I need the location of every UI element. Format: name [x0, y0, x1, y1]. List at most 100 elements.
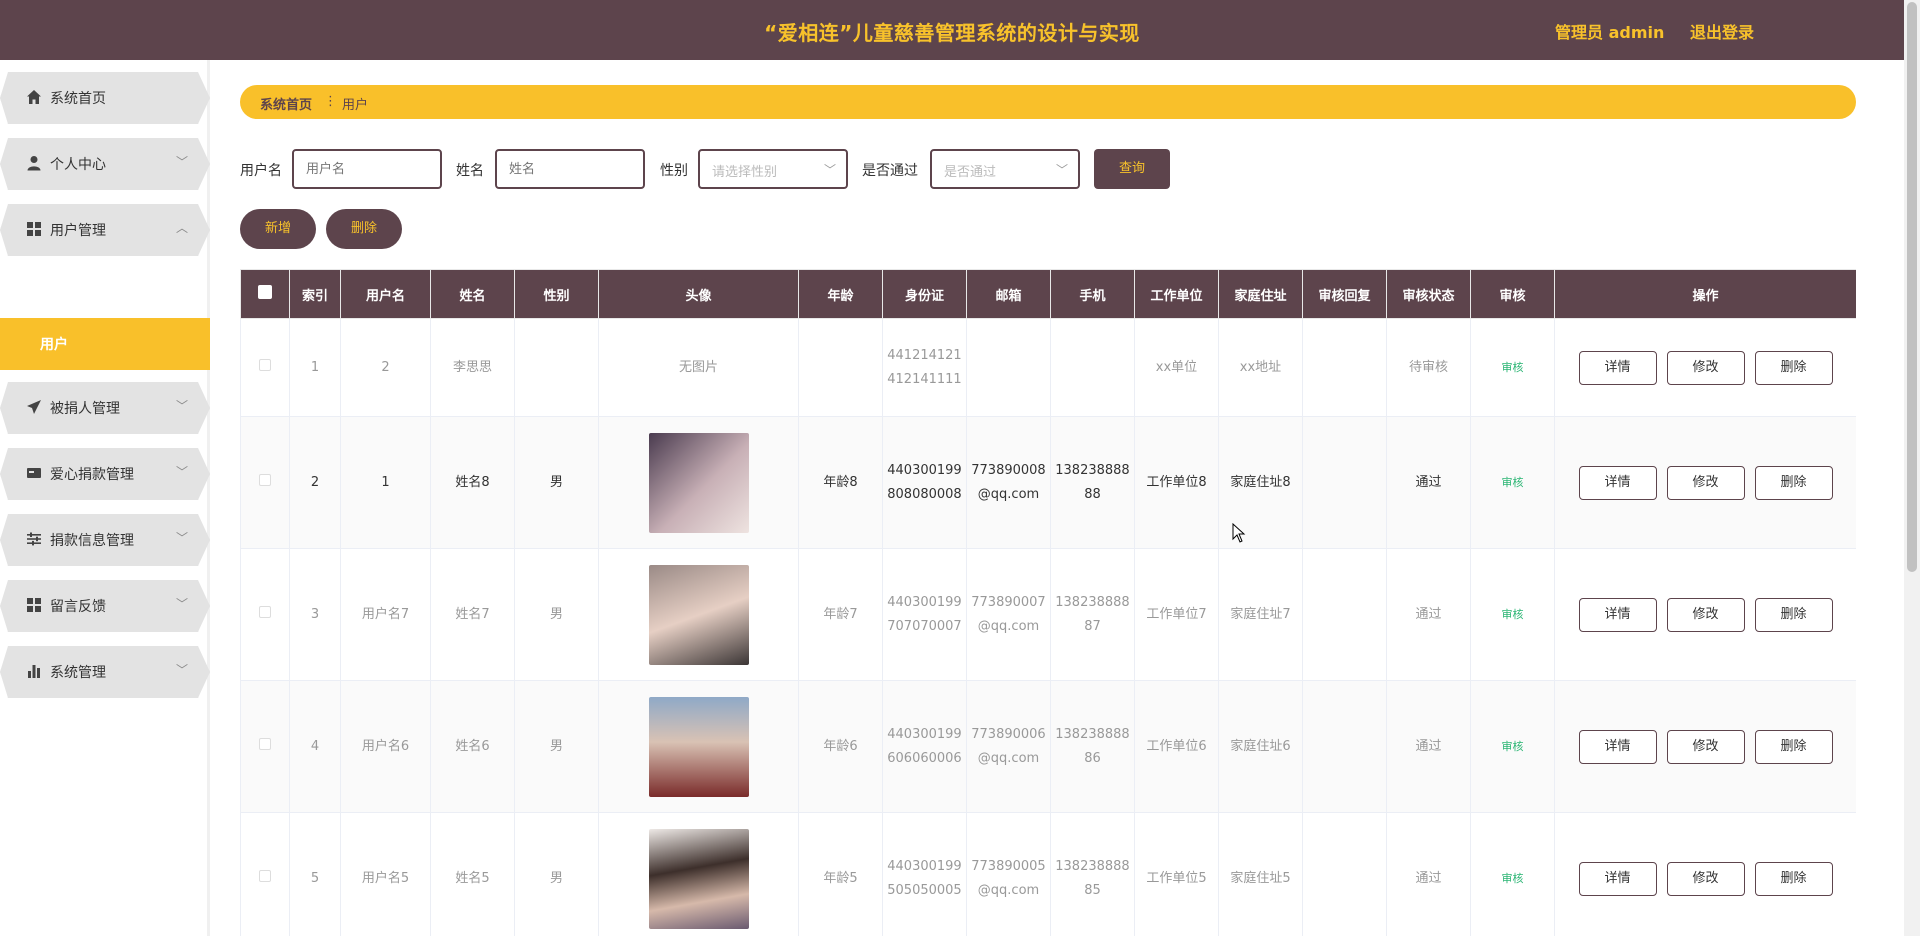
column-header: 性别 [514, 269, 599, 319]
row-checkbox[interactable] [259, 737, 271, 750]
row-checkbox[interactable] [259, 605, 271, 618]
column-header: 用户名 [340, 269, 431, 319]
audit-link[interactable]: 审核 [1502, 608, 1524, 621]
chevron-down-icon: ﹀ [176, 465, 189, 479]
cell-phone: 13823888887 [1050, 548, 1135, 681]
cell-index: 1 [289, 318, 341, 417]
detail-button[interactable]: 详情 [1578, 597, 1657, 632]
cell-reply [1302, 680, 1387, 813]
sidebar-item-beneficiary[interactable]: 被捐人管理 ﹀ [0, 382, 210, 434]
user-icon [27, 156, 41, 171]
row-select-cell[interactable] [240, 548, 290, 681]
delete-button[interactable]: 删除 [1754, 350, 1833, 385]
add-button[interactable]: 新增 [240, 209, 316, 249]
column-header: 姓名 [430, 269, 515, 319]
avatar-image [648, 828, 749, 929]
detail-button[interactable]: 详情 [1578, 465, 1657, 500]
cell-id-card: 440300199707070007 [882, 548, 967, 681]
sidebar-item-user-management[interactable]: 用户管理 ︿ [0, 204, 210, 256]
detail-button[interactable]: 详情 [1578, 350, 1657, 385]
row-select-cell[interactable] [240, 812, 290, 936]
scrollbar-thumb[interactable] [1907, 2, 1917, 572]
cell-status: 通过 [1386, 680, 1471, 813]
delete-button[interactable]: 删除 [1754, 597, 1833, 632]
column-header: 审核 [1470, 269, 1555, 319]
sidebar-subitem-users[interactable]: 用户 [0, 318, 210, 370]
column-header: 手机 [1050, 269, 1135, 319]
audit-link[interactable]: 审核 [1502, 872, 1524, 885]
logout-link[interactable]: 退出登录 [1690, 19, 1754, 43]
admin-user-label: 管理员 admin [1555, 23, 1665, 42]
sidebar-subitem-label: 用户 [40, 337, 68, 353]
edit-button[interactable]: 修改 [1666, 861, 1745, 896]
detail-button[interactable]: 详情 [1578, 729, 1657, 764]
query-button[interactable]: 查询 [1094, 149, 1170, 189]
cell-username: 用户名7 [340, 548, 431, 681]
cell-email: 773890005@qq.com [966, 812, 1051, 936]
sliders-icon [27, 532, 41, 546]
sidebar-item-donation-info[interactable]: 捐款信息管理 ﹀ [0, 514, 210, 566]
vertical-scrollbar[interactable] [1904, 0, 1920, 936]
cell-avatar: 无图片 [598, 318, 799, 417]
chevron-down-icon: ﹀ [176, 155, 189, 169]
row-checkbox[interactable] [259, 473, 271, 486]
column-header: 操作 [1554, 269, 1856, 319]
approved-select[interactable]: 是否通过 ﹀ [930, 149, 1080, 189]
cell-phone [1050, 318, 1135, 417]
select-all-header[interactable] [240, 269, 290, 319]
cell-status: 通过 [1386, 812, 1471, 936]
table-row: 4 用户名6 姓名6 男 年龄6 440300199606060006 7738… [240, 680, 1856, 813]
sidebar-item-personal[interactable]: 个人中心 ﹀ [0, 138, 210, 190]
row-select-cell[interactable] [240, 416, 290, 549]
name-input[interactable] [495, 149, 645, 189]
delete-button[interactable]: 删除 [1754, 861, 1833, 896]
gender-select[interactable]: 请选择性别 ﹀ [698, 149, 848, 189]
cell-index: 4 [289, 680, 341, 813]
sidebar-item-label: 个人中心 [50, 157, 106, 173]
sidebar-item-home[interactable]: 系统首页 [0, 72, 210, 124]
cell-id-card: 441214121412141111 [882, 318, 967, 417]
cell-work: 工作单位7 [1134, 548, 1219, 681]
row-select-cell[interactable] [240, 680, 290, 813]
cell-address: 家庭住址5 [1218, 812, 1303, 936]
sidebar-item-system[interactable]: 系统管理 ﹀ [0, 646, 210, 698]
column-header: 审核回复 [1302, 269, 1387, 319]
column-header: 工作单位 [1134, 269, 1219, 319]
sidebar-item-label: 留言反馈 [50, 599, 106, 615]
edit-button[interactable]: 修改 [1666, 729, 1745, 764]
row-select-cell[interactable] [240, 318, 290, 417]
cell-age [798, 318, 883, 417]
breadcrumb: 系统首页 ⋮ 用户 [240, 85, 1856, 119]
cell-gender: 男 [514, 548, 599, 681]
sidebar-item-donation[interactable]: 爱心捐款管理 ﹀ [0, 448, 210, 500]
breadcrumb-home[interactable]: 系统首页 [260, 94, 312, 113]
row-checkbox[interactable] [259, 358, 271, 371]
cell-age: 年龄7 [798, 548, 883, 681]
edit-button[interactable]: 修改 [1666, 597, 1745, 632]
cell-work: 工作单位8 [1134, 416, 1219, 549]
edit-button[interactable]: 修改 [1666, 465, 1745, 500]
grid-icon [27, 222, 41, 236]
cell-phone: 13823888888 [1050, 416, 1135, 549]
column-header: 身份证 [882, 269, 967, 319]
cell-audit: 审核 [1470, 680, 1555, 813]
cell-username: 2 [340, 318, 431, 417]
sidebar-item-feedback[interactable]: 留言反馈 ﹀ [0, 580, 210, 632]
audit-link[interactable]: 审核 [1502, 740, 1524, 753]
column-header: 头像 [598, 269, 799, 319]
cell-operations: 详情 修改 删除 [1554, 318, 1856, 417]
delete-button[interactable]: 删除 [1754, 465, 1833, 500]
sidebar-item-label: 捐款信息管理 [50, 533, 134, 549]
audit-link[interactable]: 审核 [1502, 476, 1524, 489]
delete-button[interactable]: 删除 [1754, 729, 1833, 764]
edit-button[interactable]: 修改 [1666, 350, 1745, 385]
audit-link[interactable]: 审核 [1502, 361, 1524, 374]
approved-label: 是否通过 [862, 163, 918, 179]
batch-delete-button[interactable]: 删除 [326, 209, 402, 249]
username-input[interactable] [292, 149, 442, 189]
row-checkbox[interactable] [259, 869, 271, 882]
select-all-checkbox[interactable] [258, 285, 272, 299]
cell-gender: 男 [514, 812, 599, 936]
detail-button[interactable]: 详情 [1578, 861, 1657, 896]
cell-operations: 详情 修改 删除 [1554, 416, 1856, 549]
